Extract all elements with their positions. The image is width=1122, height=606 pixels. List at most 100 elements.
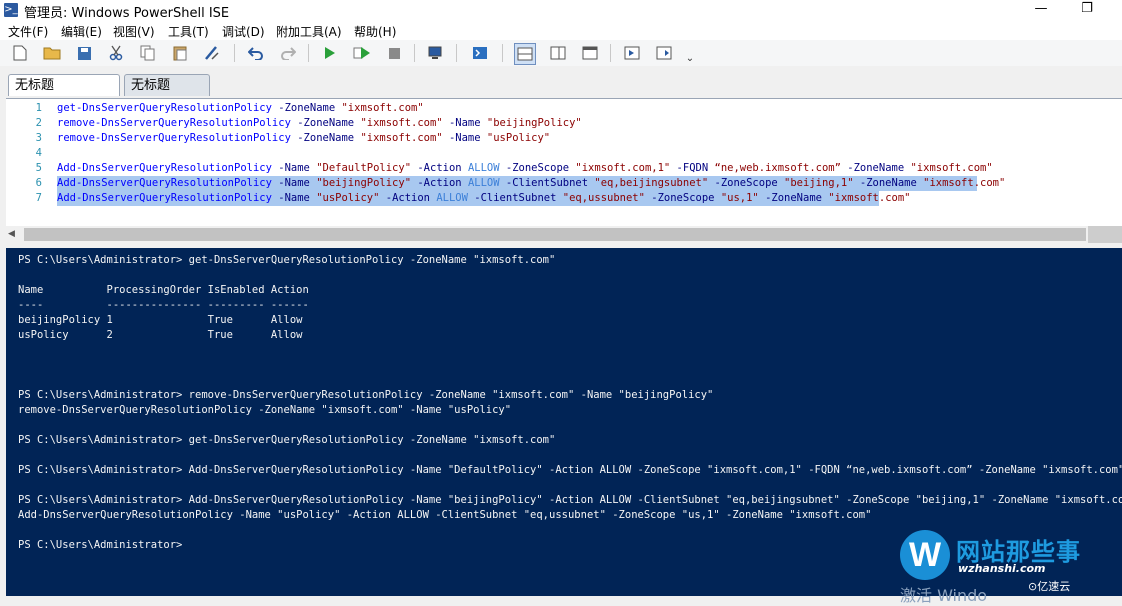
code-token: "beijing,1"	[784, 177, 854, 189]
code-token: -Name	[271, 177, 317, 189]
console-line: beijingPolicy 1 True Allow	[18, 314, 303, 326]
minimize-button[interactable]: —	[1024, 0, 1058, 20]
menu-edit[interactable]: 编辑(E)	[61, 23, 102, 40]
code-token: "ixmsoft.com"	[910, 162, 993, 174]
console-line: remove-DnsServerQueryResolutionPolicy -Z…	[18, 404, 512, 416]
clear-icon[interactable]	[202, 43, 222, 63]
console-line: usPolicy 2 True Allow	[18, 329, 303, 341]
line-number: 5	[35, 162, 42, 174]
code-token: "ixmsoft.com"	[341, 102, 424, 114]
code-token: "us,1"	[720, 192, 759, 204]
scroll-left-icon[interactable]: ◀	[8, 229, 15, 239]
code-token: Add-DnsServerQueryResolutionPolicy	[57, 177, 272, 189]
scrollbar-corner	[1088, 226, 1122, 243]
line-number: 4	[35, 147, 42, 159]
code-token: -ZoneName	[271, 102, 342, 114]
console-line: PS C:\Users\Administrator>	[18, 539, 183, 551]
code-token: -ZoneScope	[708, 177, 785, 189]
code-token: "ixmsoft.com"	[360, 132, 443, 144]
tab-untitled2[interactable]: 无标题2.ps1*	[124, 74, 210, 115]
cut-icon[interactable]	[106, 43, 126, 63]
layout-right-icon[interactable]	[548, 43, 568, 63]
run-selection-icon[interactable]	[352, 43, 372, 63]
save-icon[interactable]	[74, 43, 94, 63]
code-token: -Action	[379, 192, 437, 204]
code-token: remove-DnsServerQueryResolutionPolicy	[57, 132, 291, 144]
restore-button[interactable]: ❐	[1070, 0, 1104, 20]
code-token: "DefaultPolicy"	[316, 162, 412, 174]
activate-windows-text: 激活 Windo	[900, 586, 988, 605]
line-number: 7	[35, 192, 42, 204]
show-script-icon[interactable]	[622, 43, 642, 63]
code-token: "usPolicy"	[486, 132, 551, 144]
code-token: "beijingPolicy"	[316, 177, 412, 189]
code-token: -Action	[411, 177, 468, 189]
code-token: -ZoneName	[290, 117, 361, 129]
menu-file[interactable]: 文件(F)	[8, 23, 48, 40]
code-token: "ixmsoft.com"	[828, 192, 911, 204]
undo-icon[interactable]	[246, 43, 266, 63]
launch-powershell-icon[interactable]	[470, 43, 490, 63]
copy-icon[interactable]	[138, 43, 158, 63]
watermark-brand: ⊙亿速云	[1028, 580, 1071, 593]
stop-icon[interactable]	[384, 43, 404, 63]
show-commands-icon[interactable]	[654, 43, 674, 63]
menu-addons[interactable]: 附加工具(A)	[276, 23, 342, 40]
script-line: 6 Add-DnsServerQueryResolutionPolicy -Nam…	[6, 176, 1116, 191]
script-code: Add-DnsServerQueryResolutionPolicy -Name…	[57, 191, 910, 206]
code-token: remove-DnsServerQueryResolutionPolicy	[57, 117, 291, 129]
code-token: "ixmsoft.com,1"	[575, 162, 671, 174]
code-token: "ixmsoft.com"	[360, 117, 443, 129]
code-token: "beijingPolicy"	[486, 117, 582, 129]
code-token: "eq,beijingsubnet"	[594, 177, 709, 189]
menu-debug[interactable]: 调试(D)	[222, 23, 265, 40]
open-icon[interactable]	[42, 43, 62, 63]
script-line: 7 Add-DnsServerQueryResolutionPolicy -Nam…	[6, 191, 1116, 206]
code-token: -ClientSubnet	[499, 177, 595, 189]
window-title: 管理员: Windows PowerShell ISE	[24, 6, 230, 21]
code-token: Add-DnsServerQueryResolutionPolicy	[57, 162, 272, 174]
menu-tools[interactable]: 工具(T)	[168, 23, 209, 40]
new-file-icon[interactable]	[10, 43, 30, 63]
console-line: PS C:\Users\Administrator> get-DnsServer…	[18, 434, 556, 446]
line-number: 6	[35, 177, 42, 189]
paste-icon[interactable]	[170, 43, 190, 63]
code-token: -Name	[442, 117, 487, 129]
run-icon[interactable]	[320, 43, 340, 63]
script-line: 4	[6, 146, 1116, 161]
tab-untitled1[interactable]: 无标题1.ps1*✕	[8, 74, 120, 115]
code-token: ALLOW	[467, 177, 500, 189]
toolbar-overflow-icon[interactable]: ⌄	[680, 48, 700, 68]
remote-icon[interactable]	[426, 43, 446, 63]
script-code: Add-DnsServerQueryResolutionPolicy -Name…	[57, 176, 1005, 191]
layout-top-icon[interactable]	[514, 43, 536, 65]
layout-max-icon[interactable]	[580, 43, 600, 63]
script-editor[interactable]: 1 get-DnsServerQueryResolutionPolicy -Zon…	[6, 98, 1122, 227]
code-token: -Name	[271, 192, 317, 204]
code-token: -ZoneName	[840, 162, 911, 174]
line-number: 3	[35, 132, 42, 144]
console-pane[interactable]: PS C:\Users\Administrator> Add-DnsServerQ…	[6, 248, 1122, 605]
menu-bar: 文件(F) 编辑(E) 视图(V) 工具(T) 调试(D) 附加工具(A) 帮助…	[0, 20, 1122, 40]
scrollbar-thumb[interactable]	[24, 228, 1086, 241]
code-token: -ZoneScope	[644, 192, 721, 204]
menu-help[interactable]: 帮助(H)	[354, 23, 396, 40]
toolbar: ⌄	[0, 40, 1122, 67]
console-line: Name ProcessingOrder IsEnabled Action	[18, 284, 309, 296]
code-token: -Name	[271, 162, 317, 174]
code-token: "ixmsoft.com"	[923, 177, 1006, 189]
script-line: 3 remove-DnsServerQueryResolutionPolicy -…	[6, 131, 1116, 146]
console-line: PS C:\Users\Administrator> Add-DnsServer…	[18, 494, 1122, 506]
watermark-site: wzhanshi.com	[958, 562, 1046, 575]
code-token: -Action	[411, 162, 468, 174]
redo-icon[interactable]	[278, 43, 298, 63]
code-token: “ne,web.ixmsoft.com”	[714, 162, 841, 174]
script-code: Add-DnsServerQueryResolutionPolicy -Name…	[57, 161, 993, 176]
code-token: -FQDN	[670, 162, 715, 174]
script-code: remove-DnsServerQueryResolutionPolicy -Z…	[57, 131, 550, 146]
script-line: 2 remove-DnsServerQueryResolutionPolicy -…	[6, 116, 1116, 131]
script-line: 5 Add-DnsServerQueryResolutionPolicy -Nam…	[6, 161, 1116, 176]
menu-view[interactable]: 视图(V)	[113, 23, 155, 40]
horizontal-scrollbar[interactable]: ◀	[6, 226, 1122, 243]
title-bar: >_ 管理员: Windows PowerShell ISE — ❐	[0, 0, 1122, 21]
